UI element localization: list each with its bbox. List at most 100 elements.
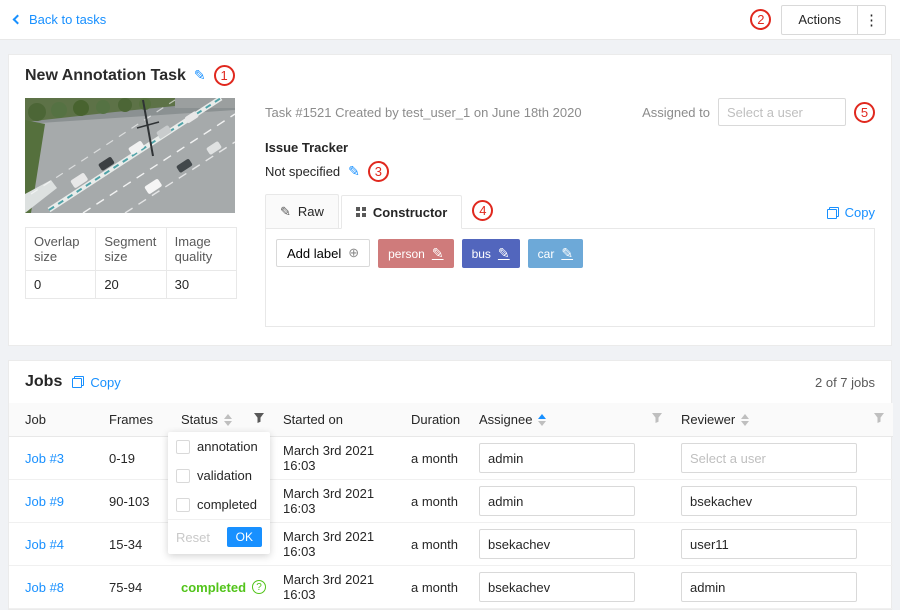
actions-button[interactable]: Actions ⋮ xyxy=(781,5,886,35)
col-reviewer[interactable]: Reviewer xyxy=(673,403,865,437)
job-assignee-input[interactable] xyxy=(479,572,635,602)
copy-icon xyxy=(72,376,84,388)
status-sort-carets[interactable] xyxy=(224,414,232,426)
checkbox-icon[interactable] xyxy=(176,469,190,483)
job-row-1: Job #9 90-103 March 3rd 2021 16:03 a mon… xyxy=(9,480,893,523)
param-header-overlap: Overlap size xyxy=(26,228,96,271)
label-chip-person[interactable]: person ✎ xyxy=(378,239,453,268)
col-job: Job xyxy=(9,403,101,437)
edit-label-car-icon[interactable]: ✎ xyxy=(561,245,573,262)
copy-labels-link[interactable]: Copy xyxy=(827,205,875,220)
job-reviewer-input[interactable] xyxy=(681,443,857,473)
label-chip-person-name: person xyxy=(388,247,425,261)
more-options-icon[interactable]: ⋮ xyxy=(857,6,885,34)
assigned-to-group: Assigned to 5 xyxy=(642,98,875,126)
callout-1: 1 xyxy=(214,65,235,86)
jobs-table-header-row: Job Frames Status xyxy=(9,403,893,437)
filter-option-completed[interactable]: completed xyxy=(168,490,270,519)
filter-reset-button[interactable]: Reset xyxy=(176,530,210,545)
tab-constructor-label: Constructor xyxy=(373,205,447,220)
task-meta-row: Task #1521 Created by test_user_1 on Jun… xyxy=(265,98,875,126)
reviewer-filter-button[interactable] xyxy=(865,403,893,437)
job-reviewer-input[interactable] xyxy=(681,486,857,516)
issue-tracker-section: Issue Tracker Not specified ✎ 3 xyxy=(265,140,875,182)
constructor-icon xyxy=(356,207,366,217)
job-assignee-input[interactable] xyxy=(479,443,635,473)
actions-button-label: Actions xyxy=(782,6,857,34)
labels-tabs-area: ✎ Raw Constructor 4 Copy xyxy=(265,194,875,327)
job-frames: 15-34 xyxy=(101,523,173,566)
job-assignee-input[interactable] xyxy=(479,529,635,559)
job-row-0: Job #3 0-19 March 3rd 2021 16:03 a month xyxy=(9,437,893,480)
job-reviewer-input[interactable] xyxy=(681,529,857,559)
param-header-segment: Segment size xyxy=(96,228,166,271)
callout-5: 5 xyxy=(854,102,875,123)
job-duration: a month xyxy=(403,437,471,480)
tab-constructor[interactable]: Constructor xyxy=(341,195,462,229)
filter-funnel-icon xyxy=(651,412,663,424)
labels-tab-bar: ✎ Raw Constructor 4 Copy xyxy=(265,194,875,229)
task-assignee-input[interactable] xyxy=(718,98,846,126)
assigned-to-label: Assigned to xyxy=(642,105,710,120)
filter-funnel-icon xyxy=(253,412,265,424)
task-main-row: Overlap size Segment size Image quality … xyxy=(25,98,875,327)
filter-option-validation[interactable]: validation xyxy=(168,461,270,490)
copy-jobs-link[interactable]: Copy xyxy=(72,375,120,390)
filter-option-label: validation xyxy=(197,468,252,483)
callout-2: 2 xyxy=(750,9,771,30)
add-circle-icon: ⊕ xyxy=(348,245,359,261)
assignee-sort-carets[interactable] xyxy=(538,414,546,426)
jobs-title: Jobs xyxy=(25,373,62,391)
filter-option-label: annotation xyxy=(197,439,258,454)
add-label-button-label: Add label xyxy=(287,246,341,261)
param-value-overlap: 0 xyxy=(26,271,96,299)
label-chip-car[interactable]: car ✎ xyxy=(528,239,583,268)
jobs-count: 2 of 7 jobs xyxy=(815,375,875,390)
assignee-filter-button[interactable] xyxy=(643,403,673,437)
checkbox-icon[interactable] xyxy=(176,498,190,512)
actions-group: 2 Actions ⋮ xyxy=(750,5,886,35)
labels-constructor-panel: Add label ⊕ person ✎ bus ✎ car xyxy=(265,229,875,327)
edit-task-name-icon[interactable]: ✎ xyxy=(194,67,206,84)
col-status-label: Status xyxy=(181,412,218,427)
tab-raw[interactable]: ✎ Raw xyxy=(265,194,339,228)
job-reviewer-input[interactable] xyxy=(681,572,857,602)
col-assignee[interactable]: Assignee xyxy=(471,403,643,437)
col-assignee-label: Assignee xyxy=(479,412,532,427)
callout-4: 4 xyxy=(472,200,493,221)
reviewer-sort-carets[interactable] xyxy=(741,414,749,426)
back-to-tasks-link[interactable]: Back to tasks xyxy=(14,12,106,27)
label-chip-bus[interactable]: bus ✎ xyxy=(462,239,520,268)
filter-ok-button[interactable]: OK xyxy=(227,527,262,547)
job-duration: a month xyxy=(403,566,471,609)
copy-labels-label: Copy xyxy=(845,205,875,220)
status-help-icon[interactable]: ? xyxy=(252,580,266,594)
task-right-column: Task #1521 Created by test_user_1 on Jun… xyxy=(265,98,875,327)
jobs-card: Jobs Copy 2 of 7 jobs Job Frames Stat xyxy=(8,360,892,610)
checkbox-icon[interactable] xyxy=(176,440,190,454)
filter-option-annotation[interactable]: annotation xyxy=(168,432,270,461)
job-link[interactable]: Job #8 xyxy=(25,580,64,595)
job-status-completed: completed ? xyxy=(181,580,266,595)
task-title-row: New Annotation Task ✎ 1 xyxy=(25,65,875,86)
job-link[interactable]: Job #3 xyxy=(25,451,64,466)
task-left-column: Overlap size Segment size Image quality … xyxy=(25,98,237,327)
filter-funnel-icon xyxy=(873,412,885,424)
filter-option-label: completed xyxy=(197,497,257,512)
edit-label-person-icon[interactable]: ✎ xyxy=(432,245,444,262)
job-frames: 0-19 xyxy=(101,437,173,480)
add-label-button[interactable]: Add label ⊕ xyxy=(276,239,370,267)
job-link[interactable]: Job #4 xyxy=(25,537,64,552)
edit-issue-tracker-icon[interactable]: ✎ xyxy=(348,163,360,180)
task-parameters-table: Overlap size Segment size Image quality … xyxy=(25,227,237,299)
job-link[interactable]: Job #9 xyxy=(25,494,64,509)
job-started: March 3rd 2021 16:03 xyxy=(275,437,403,480)
copy-icon xyxy=(827,207,839,219)
label-chip-car-name: car xyxy=(538,247,555,261)
raw-edit-icon: ✎ xyxy=(280,204,291,220)
job-row-2: Job #4 15-34 March 3rd 2021 16:03 a mont… xyxy=(9,523,893,566)
job-assignee-input[interactable] xyxy=(479,486,635,516)
status-filter-dropdown: annotation validation completed Reset OK xyxy=(168,432,270,554)
edit-label-bus-icon[interactable]: ✎ xyxy=(498,245,510,262)
callout-3: 3 xyxy=(368,161,389,182)
